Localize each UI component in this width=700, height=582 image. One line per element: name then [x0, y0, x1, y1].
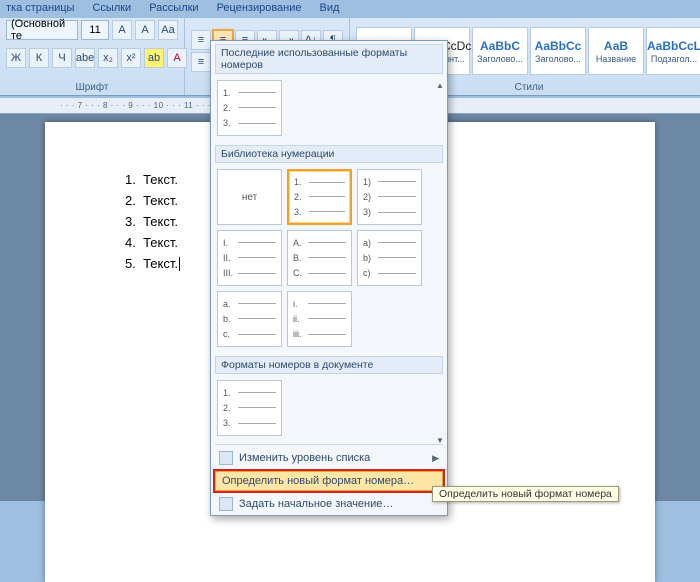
set-initial-value-item[interactable]: Задать начальное значение…	[211, 493, 447, 515]
thumb-alpha-upper[interactable]: A. B. C.	[287, 230, 352, 286]
tab-links[interactable]: Ссылки	[92, 2, 131, 14]
style-heading1[interactable]: AaBbCЗаголово...	[472, 27, 528, 75]
tab-mail[interactable]: Рассылки	[149, 2, 198, 14]
highlight-icon[interactable]: ab	[144, 48, 164, 68]
scroll-up-icon[interactable]: ▲	[436, 81, 444, 90]
tooltip: Определить новый формат номера	[432, 486, 619, 502]
clear-format-icon[interactable]: Aa	[158, 20, 178, 40]
doc-formats-title: Форматы номеров в документе	[215, 356, 443, 374]
thumb-1dot[interactable]: 1. 2. 3.	[287, 169, 352, 225]
style-subtitle[interactable]: AaBbCcLПодзагол...	[646, 27, 700, 75]
tab-review[interactable]: Рецензирование	[217, 2, 302, 14]
grow-font-icon[interactable]: A	[112, 20, 132, 40]
set-initial-icon	[219, 497, 233, 511]
strike-icon[interactable]: abe	[75, 48, 95, 68]
bullet-list-icon[interactable]: ≡	[191, 30, 211, 50]
recent-thumb[interactable]: 1. 2. 3.	[217, 80, 282, 136]
underline-icon[interactable]: Ч	[52, 48, 72, 68]
change-level-item[interactable]: Изменить уровень списка ▶	[211, 447, 447, 469]
bold-icon[interactable]: Ж	[6, 48, 26, 68]
align-left-icon[interactable]: ≡	[191, 52, 211, 72]
superscript-icon[interactable]: x²	[121, 48, 141, 68]
style-heading2[interactable]: AaBbCcЗаголово...	[530, 27, 586, 75]
text-cursor	[179, 257, 180, 271]
define-new-format-item[interactable]: Определить новый формат номера…	[215, 471, 443, 491]
chevron-right-icon: ▶	[432, 453, 439, 464]
tab-page-layout[interactable]: тка страницы	[6, 2, 74, 14]
italic-icon[interactable]: К	[29, 48, 49, 68]
thumb-roman-upper[interactable]: I. II. III.	[217, 230, 282, 286]
font-group: (Основной те 11 A A Aa Ж К Ч abe x₂ x² a…	[0, 18, 185, 95]
thumb-roman-lower[interactable]: i. ii. iii.	[287, 291, 352, 347]
thumb-none[interactable]: нет	[217, 169, 282, 225]
doc-thumb[interactable]: 1. 2. 3.	[217, 380, 282, 436]
recent-formats-title: Последние использованные форматы номеров	[215, 44, 443, 74]
shrink-font-icon[interactable]: A	[135, 20, 155, 40]
library-title: Библиотека нумерации	[215, 145, 443, 163]
numbering-dropdown: Последние использованные форматы номеров…	[210, 40, 448, 516]
thumb-1paren[interactable]: 1) 2) 3)	[357, 169, 422, 225]
tab-view[interactable]: Вид	[320, 2, 340, 14]
scroll-down-icon[interactable]: ▼	[436, 436, 444, 445]
style-title[interactable]: АаВНазвание	[588, 27, 644, 75]
ribbon-tabs: тка страницы Ссылки Рассылки Рецензирова…	[0, 0, 700, 18]
font-size-combo[interactable]: 11	[81, 20, 109, 40]
change-level-icon	[219, 451, 233, 465]
font-group-title: Шрифт	[6, 82, 178, 94]
subscript-icon[interactable]: x₂	[98, 48, 118, 68]
thumb-alpha-lower-paren[interactable]: a) b) c)	[357, 230, 422, 286]
panel-scroll[interactable]: ▲▼	[435, 81, 445, 445]
thumb-alpha-lower-dot[interactable]: a. b. c.	[217, 291, 282, 347]
font-name-combo[interactable]: (Основной те	[6, 20, 78, 40]
font-color-icon[interactable]: A	[167, 48, 187, 68]
